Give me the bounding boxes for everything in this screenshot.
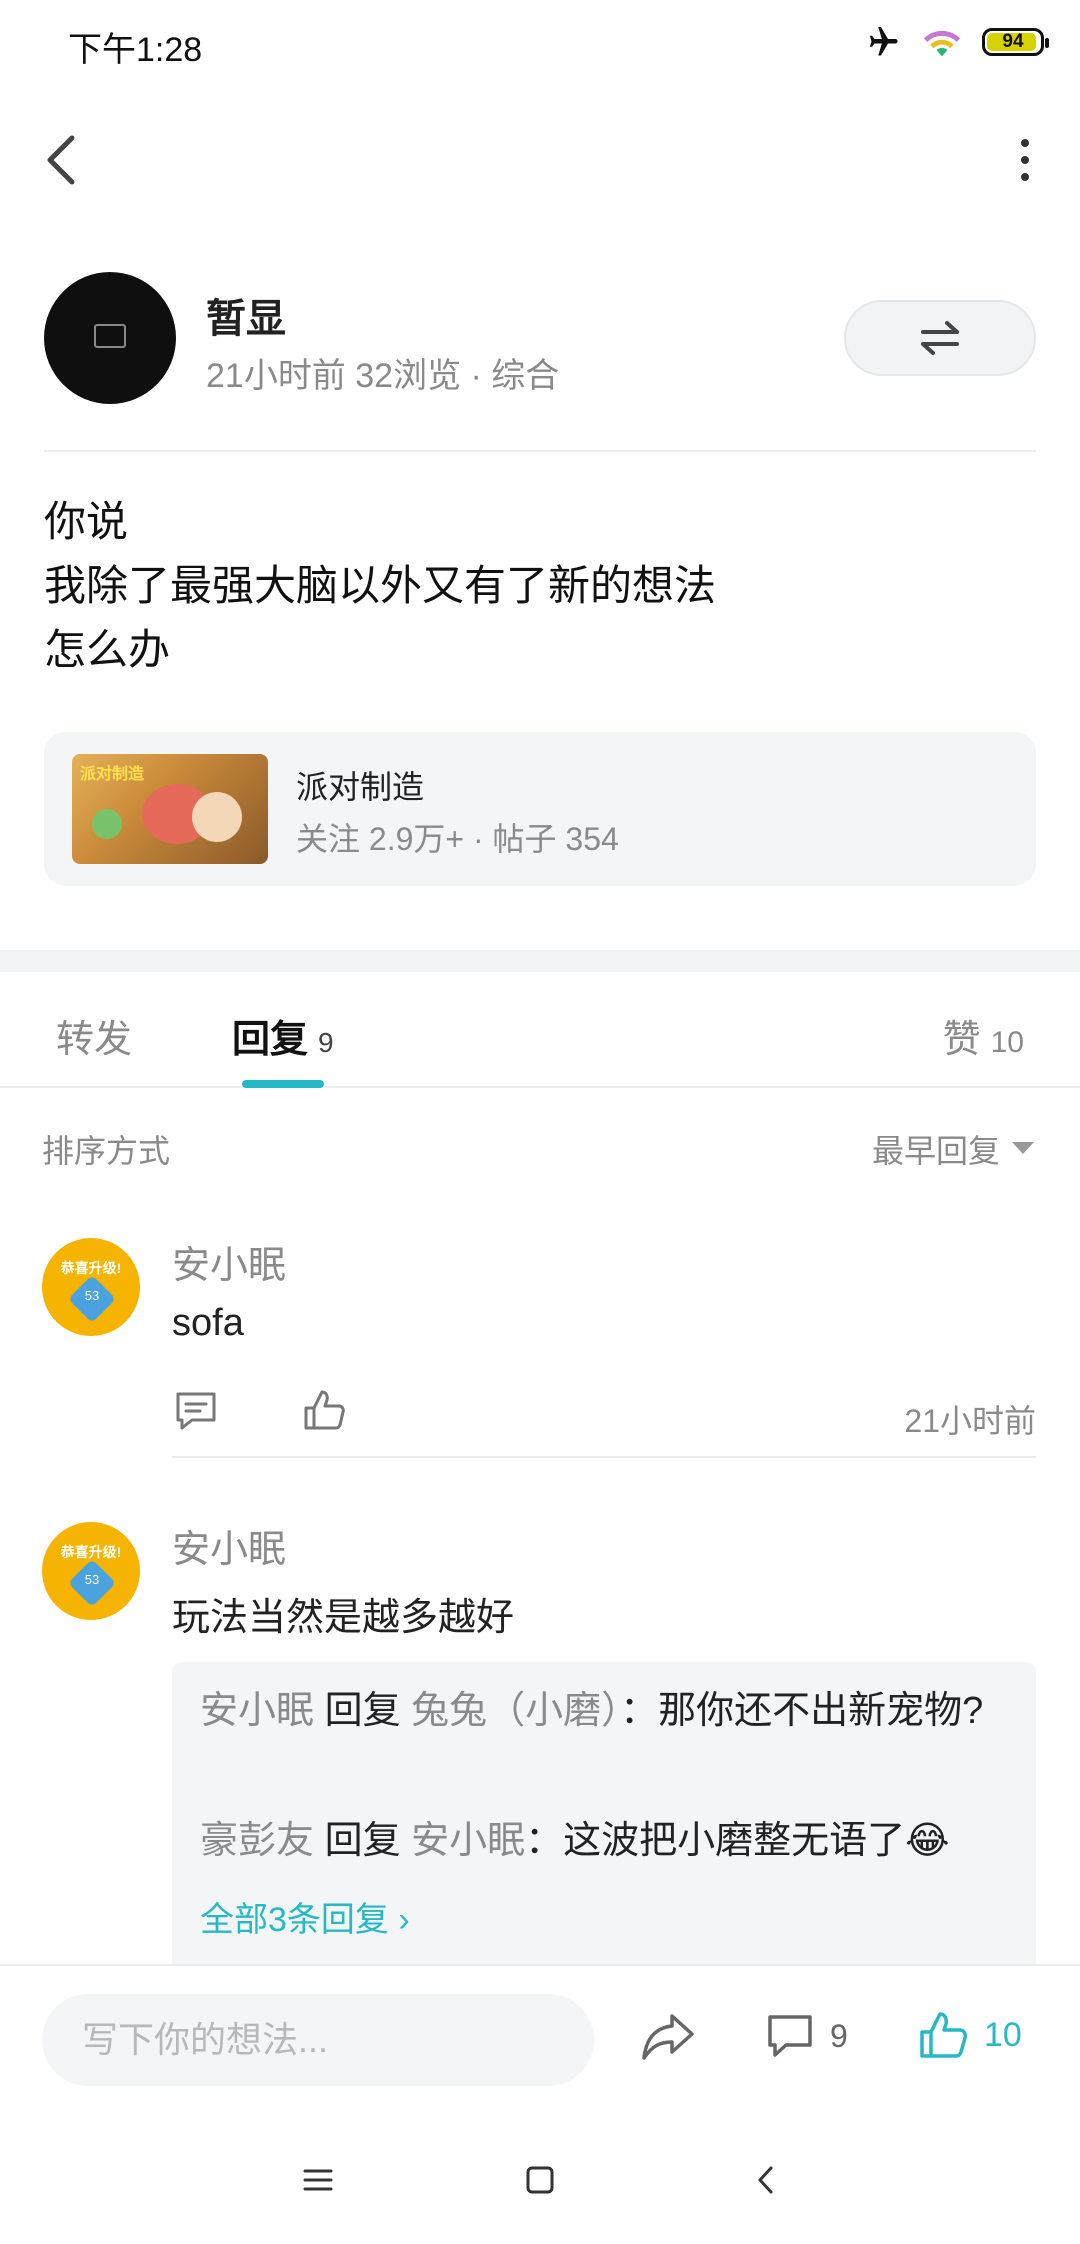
comment-text: 玩法当然是越多越好 (172, 1597, 515, 1639)
reply-content: ：这波把小磨整无语了😂 (525, 1820, 950, 1862)
level-number: 53 (84, 1572, 100, 1587)
post-line: 怎么办 (44, 626, 171, 673)
back-arrow-icon (47, 135, 75, 185)
reply-from[interactable]: 安小眠 (200, 1690, 314, 1732)
status-bar: 下午1:28 94 (0, 0, 1080, 90)
post-content: 你说 我除了最强大脑以外又有了新的想法 怎么办 (44, 490, 1036, 682)
commenter-avatar[interactable]: 恭喜升级! 53 (42, 1522, 140, 1620)
like-button[interactable]: 10 (918, 2004, 1022, 2066)
sort-dropdown[interactable]: 最早回复 (872, 1126, 1000, 1172)
sub-reply: 豪彭友 回复 安小眠：这波把小磨整无语了😂 (200, 1810, 1000, 1872)
author-avatar[interactable] (44, 272, 176, 404)
view-all-replies-link[interactable]: 全部3条回复 › (200, 1892, 410, 1941)
divider (44, 450, 1036, 452)
post-line: 我除了最强大脑以外又有了新的想法 (44, 562, 717, 609)
sub-replies[interactable]: 安小眠 回复 兔兔（小磨）：那你还不出新宠物? 豪彭友 回复 安小眠：这波把小磨… (172, 1662, 1036, 1972)
topic-card[interactable]: 派对制造 派对制造 关注 2.9万+ · 帖子 354 (44, 732, 1036, 886)
comment-button[interactable]: 9 (766, 2006, 848, 2066)
battery-level: 94 (1002, 31, 1024, 52)
sort-row: 排序方式 最早回复 (0, 1120, 1080, 1180)
swap-arrows-icon (921, 321, 959, 355)
menu-icon (303, 2169, 333, 2191)
reply-verb: 回复 (324, 1820, 401, 1862)
comment-divider (172, 1456, 1036, 1458)
top-nav (0, 110, 1080, 210)
tab-reply-label: 回复 (232, 1019, 309, 1061)
home-button[interactable] (510, 2150, 570, 2210)
author-header: 暂显 21小时前 32浏览 · 综合 (44, 272, 1036, 412)
commenter-avatar[interactable]: 恭喜升级! 53 (42, 1238, 140, 1336)
tab-like-count: 10 (990, 1026, 1024, 1059)
avatar-caption: 恭喜升级! (60, 1544, 122, 1560)
thumbnail-logo-text: 派对制造 (80, 766, 145, 783)
tab-reply-count: 9 (318, 1027, 334, 1058)
author-name[interactable]: 暂显 (206, 286, 286, 344)
topic-meta: 关注 2.9万+ · 帖子 354 (296, 821, 619, 857)
reply-verb: 回复 (324, 1690, 401, 1732)
post-line: 你说 (44, 498, 129, 545)
reply-to[interactable]: 安小眠 (411, 1820, 525, 1862)
comment-input[interactable] (42, 1994, 594, 2086)
like-icon[interactable] (302, 1388, 346, 1432)
tab-like[interactable]: 赞 10 (943, 1008, 1024, 1063)
avatar-caption: 恭喜升级! (60, 1260, 122, 1276)
reply-icon[interactable] (174, 1390, 218, 1432)
more-button[interactable] (1000, 130, 1050, 190)
reply-to[interactable]: 兔兔（小磨） (411, 1690, 620, 1732)
airplane-icon (869, 27, 898, 56)
tab-reply[interactable]: 回复 9 (232, 1008, 334, 1063)
comment-text: sofa (172, 1302, 244, 1344)
bottom-action-bar: 9 10 (0, 1964, 1080, 2114)
reply-content: ：那你还不出新宠物? (620, 1690, 984, 1732)
share-button[interactable] (640, 2008, 700, 2068)
level-number: 53 (84, 1288, 100, 1303)
back-button[interactable] (36, 130, 96, 190)
menu-button[interactable] (288, 2150, 348, 2210)
caret-down-icon[interactable] (1012, 1142, 1034, 1154)
post-meta: 21小时前 32浏览 · 综合 (206, 357, 560, 395)
comment-icon (768, 2015, 812, 2057)
thumbs-up-icon (920, 2012, 967, 2058)
section-divider (0, 950, 1080, 972)
commenter-name[interactable]: 安小眠 (172, 1518, 286, 1573)
sub-reply: 安小眠 回复 兔兔（小磨）：那你还不出新宠物? (200, 1680, 1000, 1742)
share-icon (642, 2014, 694, 2060)
tab-repost[interactable]: 转发 (56, 1008, 132, 1063)
image-placeholder-icon (94, 324, 126, 348)
comment-time: 21小时前 (904, 1403, 1036, 1439)
more-vertical-icon (1021, 139, 1029, 147)
system-navigation-bar (0, 2114, 1080, 2244)
back-chevron-icon (758, 2166, 773, 2194)
reply-from[interactable]: 豪彭友 (200, 1820, 314, 1862)
switch-button[interactable] (844, 300, 1036, 376)
tab-like-label: 赞 (942, 1019, 981, 1061)
home-square-icon (526, 2166, 554, 2194)
comment-input-container (42, 1994, 594, 2086)
status-icons: 94 (862, 24, 1049, 60)
interaction-tabs: 转发 回复 9 赞 10 (0, 972, 1080, 1088)
comment-count: 9 (830, 2017, 848, 2054)
commenter-name[interactable]: 安小眠 (172, 1234, 286, 1289)
like-count: 10 (984, 2015, 1022, 2054)
wifi-icon (924, 30, 960, 57)
topic-thumbnail: 派对制造 (72, 754, 268, 864)
system-back-button[interactable] (736, 2150, 796, 2210)
battery-icon: 94 (982, 28, 1049, 56)
comment-actions: 21小时前 (172, 1388, 1036, 1439)
sort-label: 排序方式 (42, 1133, 171, 1169)
status-time: 下午1:28 (68, 31, 203, 69)
active-tab-indicator (242, 1080, 324, 1088)
topic-name: 派对制造 (296, 769, 425, 805)
